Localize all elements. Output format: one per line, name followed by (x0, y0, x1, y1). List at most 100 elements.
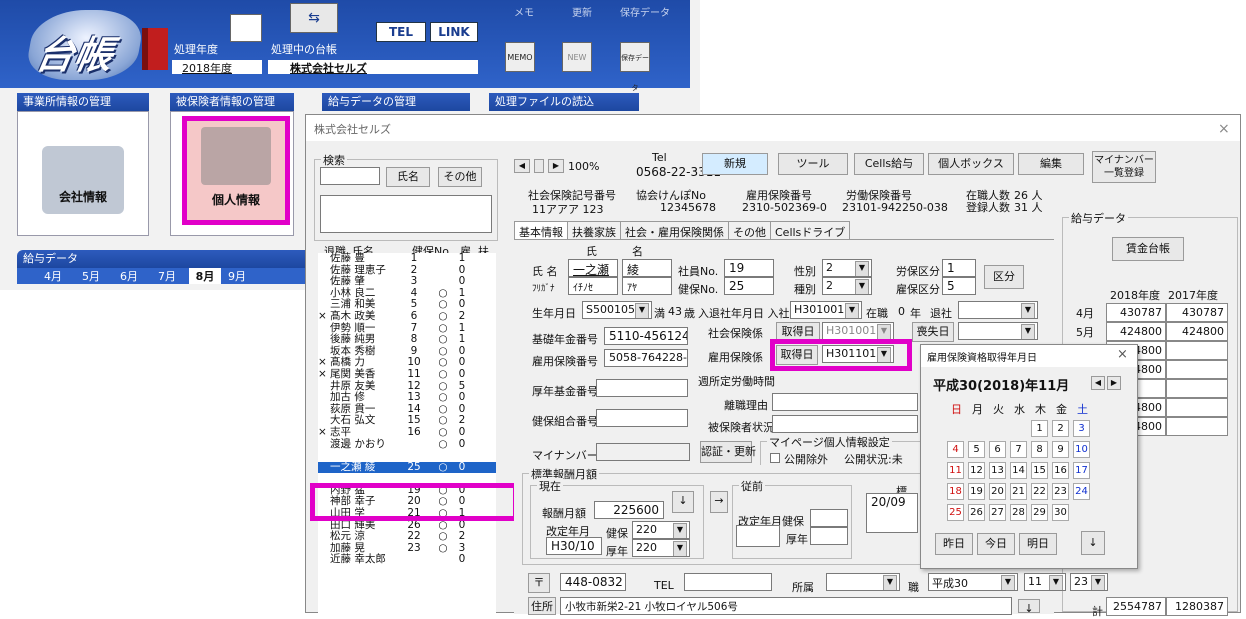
calendar-day[interactable]: 7 (1010, 441, 1027, 458)
calendar-day[interactable]: 5 (968, 441, 985, 458)
cells-kyuyo-button[interactable]: Cells給与 (854, 153, 924, 175)
paydata-value-previous[interactable] (1166, 417, 1228, 436)
mei-kana-input[interactable]: ｱﾔ (622, 277, 672, 295)
mynumber-input[interactable] (596, 443, 690, 461)
month-tab[interactable]: 6月 (113, 268, 145, 284)
month-tab[interactable]: 9月 (227, 268, 247, 284)
calendar-day[interactable]: 18 (947, 483, 964, 500)
employee-row[interactable]: 渡邊 かおり ○ 0 (318, 438, 496, 451)
memo-icon[interactable]: MEMO (505, 42, 535, 72)
koho-input[interactable]: 5 (942, 277, 976, 295)
employee-row[interactable]: 佐藤 豊 1 1 (318, 252, 496, 265)
month-tab[interactable]: 7月 (151, 268, 183, 284)
calendar-day[interactable]: 23 (1052, 483, 1069, 500)
address-input[interactable]: 小牧市新栄2-21 小牧ロイヤル506号 (560, 597, 1012, 615)
calendar-day[interactable]: 13 (989, 462, 1006, 479)
kenpo-grade-select[interactable]: 220 (632, 521, 690, 539)
month-tab[interactable]: 5月 (75, 268, 107, 284)
birth-select[interactable]: S500105 (582, 301, 652, 319)
tool-button[interactable]: ツール (778, 153, 848, 175)
employee-row[interactable]: × 髙木 政美 6 ○ 2 (318, 310, 496, 323)
paydata-value-previous[interactable] (1166, 379, 1228, 398)
postal-input[interactable]: 448-0832 (560, 573, 626, 591)
sei-kana-input[interactable]: ｲﾁﾉｾ (568, 277, 618, 295)
calendar-day[interactable]: 12 (968, 462, 985, 479)
ledger-button[interactable]: 賃金台帳 (1112, 237, 1184, 261)
employee-row[interactable]: 近藤 幸太郎 0 (318, 554, 496, 566)
kousei-input[interactable] (596, 379, 688, 397)
calendar-day[interactable]: 29 (1031, 504, 1048, 521)
employee-row[interactable]: × 志平 16 ○ 0 (318, 426, 496, 439)
calendar-day[interactable]: 2 (1052, 420, 1069, 437)
hoshu-down-button[interactable]: ↓ (672, 491, 694, 513)
day-select[interactable]: 23 (1070, 573, 1108, 591)
paydata-value-previous[interactable] (1166, 398, 1228, 417)
month-tab[interactable]: 4月 (37, 268, 69, 284)
calendar-day[interactable]: 15 (1031, 462, 1048, 479)
calendar-day[interactable]: 21 (1010, 483, 1027, 500)
shozoku-select[interactable] (826, 573, 900, 591)
yesterday-button[interactable]: 昨日 (935, 533, 973, 555)
koyo-no-input[interactable]: 5058-764228-2 (604, 349, 688, 367)
dialog-close-button[interactable]: × (1218, 121, 1230, 137)
paydata-value-previous[interactable] (1166, 341, 1228, 360)
paydata-value-current[interactable]: 430787 (1106, 303, 1166, 322)
calendar-day[interactable]: 22 (1031, 483, 1048, 500)
new-button[interactable]: 新規 (702, 153, 768, 175)
mei-input[interactable]: 綾 (622, 259, 672, 277)
link-button[interactable]: LINK (430, 22, 478, 42)
kokai-jogai-checkbox[interactable] (770, 453, 780, 463)
mynumber-register-button[interactable]: マイナンバー 一覧登録 (1092, 151, 1156, 183)
employee-row[interactable]: 加古 修 13 ○ 0 (318, 392, 496, 404)
calendar-day[interactable]: 17 (1073, 462, 1090, 479)
ninsho-button[interactable]: 認証・更新 (700, 441, 756, 463)
copy-arrow-button[interactable]: → (710, 491, 728, 513)
soshitsu-button[interactable]: 喪失日 (912, 322, 954, 342)
kaitei-input[interactable]: H30/10 (546, 537, 602, 555)
employee-row[interactable]: 一之瀬 綾 25 ○ 0 (318, 461, 496, 474)
tel-input[interactable] (684, 573, 772, 591)
hihoken-input[interactable] (772, 415, 918, 433)
era-select[interactable]: 平成30 (928, 573, 1018, 591)
paydata-value-previous[interactable]: 424800 (1166, 322, 1228, 341)
calendar-day[interactable]: 26 (968, 504, 985, 521)
hoshu-input[interactable]: 225600 (594, 501, 664, 519)
calendar-day[interactable]: 8 (1031, 441, 1048, 458)
rouho-input[interactable]: 1 (942, 259, 976, 277)
calendar-day[interactable]: 14 (1010, 462, 1027, 479)
paydata-value-previous[interactable] (1166, 360, 1228, 379)
taisha-select[interactable] (958, 301, 1038, 319)
calendar-day[interactable]: 25 (947, 504, 964, 521)
paydata-value-current[interactable]: 424800 (1106, 322, 1166, 341)
backup-icon[interactable]: 保存データ (620, 42, 650, 92)
search-name-button[interactable]: 氏名 (386, 167, 430, 187)
employee-list[interactable]: 佐藤 豊 1 1 佐藤 理恵子 2 0 佐藤 肇 3 0 小林 良二 4 ○ 1 三浦 和美 5 ○ 0 × 髙木 … (318, 252, 496, 613)
search-other-button[interactable]: その他 (438, 167, 482, 187)
next-month-icon[interactable]: ▶ (1107, 376, 1121, 390)
calendar-day[interactable]: 9 (1052, 441, 1069, 458)
jugen-kaitei-input[interactable] (736, 525, 780, 547)
nenkin-input[interactable]: 5110-4561245 (604, 327, 688, 345)
shain-no-input[interactable]: 19 (724, 259, 774, 277)
employee-row[interactable]: × 尾関 美香 11 ○ 0 (318, 368, 496, 381)
hyo-input[interactable]: 20/09 (866, 493, 918, 533)
calendar-day[interactable]: 30 (1052, 504, 1069, 521)
calendar-day[interactable]: 11 (947, 462, 964, 479)
calendar-icon[interactable] (230, 14, 262, 42)
type-select[interactable]: 2 (822, 277, 872, 295)
calendar-day[interactable]: 20 (989, 483, 1006, 500)
rishoku-input[interactable] (772, 393, 918, 411)
gender-select[interactable]: 2 (822, 259, 872, 277)
calendar-day[interactable]: 1 (1031, 420, 1048, 437)
address-button[interactable]: 住所 (528, 597, 556, 615)
sei-input[interactable]: 一之瀬 (568, 259, 618, 277)
kenpo-no-input[interactable]: 25 (724, 277, 774, 295)
stop-button[interactable] (534, 159, 544, 173)
update-icon[interactable]: NEW (562, 42, 592, 72)
employee-row[interactable]: 後藤 純男 8 ○ 1 (318, 334, 496, 346)
next-arrow-icon[interactable]: ▶ (548, 159, 564, 173)
paydata-value-previous[interactable]: 430787 (1166, 303, 1228, 322)
calendar-day[interactable]: 6 (989, 441, 1006, 458)
calendar-down-button[interactable]: ↓ (1081, 531, 1105, 555)
today-button[interactable]: 今日 (977, 533, 1015, 555)
